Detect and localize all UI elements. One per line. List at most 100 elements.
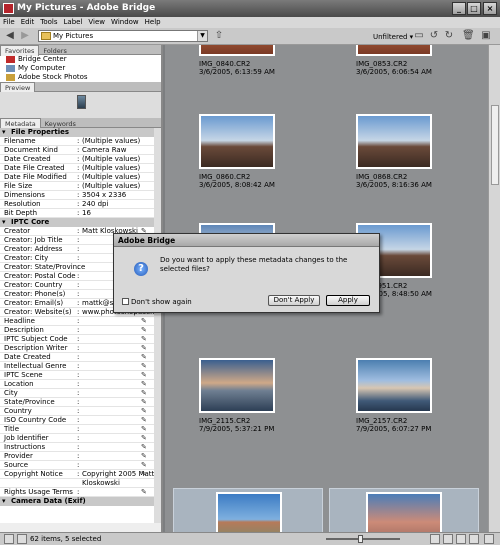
section-camera-data[interactable]: Camera Data (Exif) — [0, 497, 161, 506]
rotate-left-icon[interactable]: ↺ — [428, 30, 440, 42]
metadata-row[interactable]: Description Writer: ✎ — [0, 344, 161, 353]
thumbnail-cell[interactable]: IMG_2115.CR2 7/9/2005, 5:37:21 PM — [173, 340, 323, 433]
minimize-button[interactable]: _ — [452, 2, 466, 15]
menu-label[interactable]: Label — [61, 17, 86, 28]
metadata-colon: : — [77, 344, 80, 352]
pencil-icon[interactable]: ✎ — [141, 461, 147, 469]
menu-edit[interactable]: Edit — [18, 17, 38, 28]
metadata-row[interactable]: Copyright Notice: Copyright 2005 Matt ✎ — [0, 470, 161, 479]
metadata-row[interactable]: Country: ✎ — [0, 407, 161, 416]
vertical-scrollbar[interactable] — [488, 45, 500, 532]
trash-icon[interactable]: 🗑 — [462, 30, 475, 42]
menu-window[interactable]: Window — [108, 17, 142, 28]
pencil-icon[interactable]: ✎ — [141, 488, 147, 496]
path-dropdown[interactable]: My Pictures ▼ — [38, 30, 208, 42]
favorite-my-computer[interactable]: My Computer — [0, 64, 161, 73]
metadata-value[interactable]: Kloskowski — [82, 479, 120, 487]
compact-mode-icon[interactable]: ▣ — [480, 30, 492, 42]
metadata-row[interactable]: Source: ✎ — [0, 461, 161, 470]
metadata-row[interactable]: City: ✎ — [0, 389, 161, 398]
pencil-icon[interactable]: ✎ — [141, 398, 147, 406]
pencil-icon[interactable]: ✎ — [141, 371, 147, 379]
metadata-row[interactable]: Title: ✎ — [0, 425, 161, 434]
favorite-bridge-center[interactable]: Bridge Center — [0, 55, 161, 64]
metadata-row[interactable]: IPTC Scene: ✎ — [0, 371, 161, 380]
section-file-properties[interactable]: File Properties — [0, 128, 161, 137]
rotate-right-icon[interactable]: ↻ — [443, 30, 455, 42]
favorite-stock-photos[interactable]: Adobe Stock Photos — [0, 73, 161, 82]
view-versions-icon[interactable] — [469, 534, 479, 544]
thumbnail-image[interactable] — [356, 358, 432, 413]
filter-menu[interactable]: Unfiltered ▾ — [373, 33, 413, 41]
thumbnail-image[interactable] — [199, 45, 275, 56]
go-up-icon[interactable]: ⇧ — [213, 30, 225, 42]
metadata-row[interactable]: Kloskowski — [0, 479, 161, 488]
pencil-icon[interactable]: ✎ — [141, 335, 147, 343]
thumbnail-image[interactable] — [199, 114, 275, 169]
metadata-row[interactable]: IPTC Subject Code: ✎ — [0, 335, 161, 344]
view-thumbnails-icon[interactable] — [430, 534, 440, 544]
metadata-row[interactable]: Location: ✎ — [0, 380, 161, 389]
new-folder-icon[interactable]: ▭ — [413, 30, 425, 42]
pencil-icon[interactable]: ✎ — [141, 434, 147, 442]
dont-show-checkbox[interactable]: Don't show again — [122, 298, 192, 306]
metadata-row[interactable]: Instructions: ✎ — [0, 443, 161, 452]
metadata-row[interactable]: Job Identifier: ✎ — [0, 434, 161, 443]
thumbnail-cell[interactable]: IMG_2157.CR2 7/9/2005, 6:07:27 PM — [330, 340, 480, 433]
thumbnail-cell[interactable]: IMG_0853.CR2 3/6/2005, 6:06:54 AM — [330, 45, 480, 76]
checkbox-box[interactable] — [122, 298, 129, 305]
pencil-icon[interactable]: ✎ — [141, 416, 147, 424]
pencil-icon[interactable]: ✎ — [141, 317, 147, 325]
show-panels-icon[interactable] — [4, 534, 14, 544]
slider-knob[interactable] — [358, 535, 363, 543]
pencil-icon[interactable]: ✎ — [141, 353, 147, 361]
metadata-scrollbar[interactable] — [154, 128, 161, 523]
apply-button[interactable]: Apply — [326, 295, 370, 306]
thumbnail-image[interactable] — [199, 358, 275, 413]
thumbnail-cell[interactable]: IMG_0860.CR2 3/6/2005, 8:08:42 AM — [173, 96, 323, 189]
forward-arrow-icon[interactable]: ▶ — [19, 30, 31, 42]
pencil-icon[interactable]: ✎ — [141, 344, 147, 352]
section-iptc-core[interactable]: IPTC Core — [0, 218, 161, 227]
metadata-row[interactable]: ISO Country Code: ✎ — [0, 416, 161, 425]
thumbnail-image[interactable] — [366, 492, 442, 532]
metadata-row[interactable]: Provider: ✎ — [0, 452, 161, 461]
pencil-icon[interactable]: ✎ — [141, 389, 147, 397]
view-details-icon[interactable] — [456, 534, 466, 544]
pencil-icon[interactable]: ✎ — [141, 407, 147, 415]
thumbnail-cell[interactable]: IMG_0840.CR2 3/6/2005, 6:13:59 AM — [173, 45, 323, 76]
pencil-icon[interactable]: ✎ — [141, 443, 147, 451]
menu-help[interactable]: Help — [142, 17, 164, 28]
pencil-icon[interactable]: ✎ — [141, 425, 147, 433]
pencil-icon[interactable]: ✎ — [141, 362, 147, 370]
thumbnail-cell-selected[interactable] — [329, 488, 479, 532]
chevron-down-icon[interactable]: ▼ — [197, 31, 207, 41]
back-arrow-icon[interactable]: ◀ — [4, 30, 16, 42]
scrollbar-thumb[interactable] — [491, 105, 499, 185]
view-filmstrip-icon[interactable] — [443, 534, 453, 544]
metadata-row[interactable]: Headline: ✎ — [0, 317, 161, 326]
menu-tools[interactable]: Tools — [37, 17, 60, 28]
metadata-row[interactable]: Description: ✎ — [0, 326, 161, 335]
thumbnail-image[interactable] — [356, 45, 432, 56]
thumbnail-image[interactable] — [216, 492, 282, 532]
pencil-icon[interactable]: ✎ — [141, 470, 147, 478]
thumbnail-size-slider[interactable] — [318, 535, 408, 543]
thumbnail-cell[interactable]: IMG_0868.CR2 3/6/2005, 8:16:36 AM — [330, 96, 480, 189]
pencil-icon[interactable]: ✎ — [141, 326, 147, 334]
dont-apply-button[interactable]: Don't Apply — [268, 295, 320, 306]
metadata-row[interactable]: State/Province: ✎ — [0, 398, 161, 407]
thumbnail-image[interactable] — [356, 114, 432, 169]
close-button[interactable]: × — [483, 2, 497, 15]
pencil-icon[interactable]: ✎ — [141, 452, 147, 460]
metadata-row[interactable]: Intellectual Genre: ✎ — [0, 362, 161, 371]
metadata-row[interactable]: Rights Usage Terms: ✎ — [0, 488, 161, 497]
thumbnail-cell-selected[interactable] — [173, 488, 323, 532]
pencil-icon[interactable]: ✎ — [141, 380, 147, 388]
folder-toggle-icon[interactable] — [17, 534, 27, 544]
metadata-row[interactable]: Date Created: ✎ — [0, 353, 161, 362]
view-list-icon[interactable] — [484, 534, 494, 544]
menu-view[interactable]: View — [85, 17, 108, 28]
maximize-button[interactable]: □ — [467, 2, 481, 15]
menu-file[interactable]: File — [0, 17, 18, 28]
